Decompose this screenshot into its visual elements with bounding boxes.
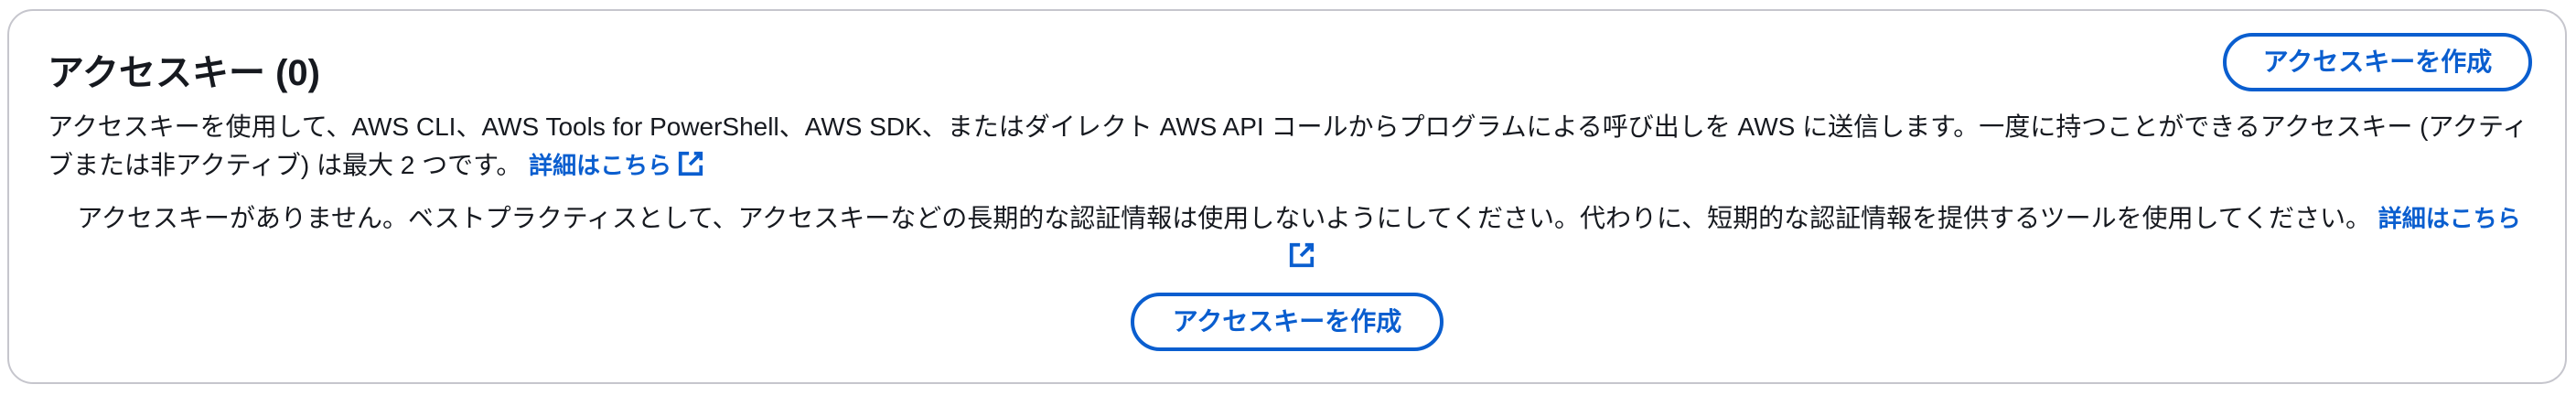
learn-more-link[interactable]: 詳細はこちら [529,150,704,179]
empty-state-create-access-key-button[interactable]: アクセスキーを作成 [1131,293,1444,351]
learn-more-label: 詳細はこちら [529,152,672,179]
panel-title: アクセスキー (0) [48,53,320,93]
panel-description: アクセスキーを使用して、AWS CLI、AWS Tools for PowerS… [48,108,2536,185]
empty-state-text: アクセスキーがありません。ベストプラクティスとして、アクセスキーなどの長期的な認… [77,204,2371,232]
access-keys-panel: アクセスキー (0) アクセスキーを作成 アクセスキーを使用して、AWS CLI… [7,9,2567,384]
empty-state-message: アクセスキーがありません。ベストプラクティスとして、アクセスキーなどの長期的な認… [64,199,2534,276]
create-access-key-button[interactable]: アクセスキーを作成 [2223,33,2532,91]
external-link-icon [677,150,704,177]
external-link-icon [1288,241,1315,269]
empty-state-learn-more-label: 詳細はこちら [2377,205,2521,232]
description-text: アクセスキーを使用して、AWS CLI、AWS Tools for PowerS… [48,112,2528,179]
